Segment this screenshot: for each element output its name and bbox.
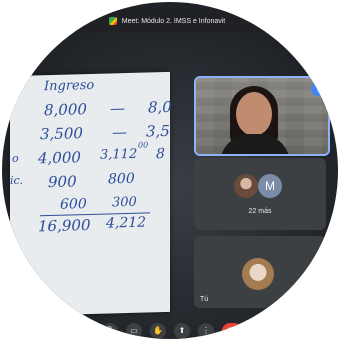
more-icon[interactable]: ⋮ <box>198 323 214 339</box>
camera-icon[interactable]: ▭ <box>126 323 142 339</box>
presentation-whiteboard: Ingreso 8,000 — 8,0 3,500 — 3,5 4,000 3,… <box>10 71 172 317</box>
window-titlebar: Meet: Módulo 2. IMSS e Infonavit <box>42 10 292 32</box>
board-value: 8,000 <box>44 100 87 120</box>
speaker-video-tile[interactable]: ⋮ <box>194 76 330 156</box>
mic-icon[interactable]: 🎙 <box>102 323 118 339</box>
board-value: 8 <box>156 146 165 163</box>
board-value: 300 <box>112 194 137 211</box>
board-superscript: 00 <box>138 140 149 150</box>
participant-avatar <box>234 174 258 198</box>
more-participants-label: 22 más <box>248 208 272 215</box>
board-value: — <box>112 123 127 142</box>
self-video-tile[interactable]: Tú <box>194 236 326 308</box>
board-value: 900 <box>48 172 77 192</box>
board-value: 600 <box>60 196 87 213</box>
board-margin-text: ic. <box>10 173 24 188</box>
board-total: 4,212 <box>106 214 147 232</box>
board-value: — <box>110 99 125 118</box>
end-call-icon[interactable]: ☎ <box>222 323 242 339</box>
more-participants-tile[interactable]: M 22 más <box>194 158 326 230</box>
window-title: Meet: Módulo 2. IMSS e Infonavit <box>121 17 226 25</box>
board-value: 800 <box>108 170 135 188</box>
board-value: 8,0 <box>148 97 172 117</box>
meet-logo-icon <box>108 17 117 25</box>
board-value: 3,5 <box>146 121 170 141</box>
board-value: 4,000 <box>38 148 81 168</box>
board-header: Ingreso <box>44 77 95 95</box>
photo-circle: Meet: Módulo 2. IMSS e Infonavit Ingreso… <box>2 2 338 339</box>
meet-window: Meet: Módulo 2. IMSS e Infonavit Ingreso… <box>2 2 338 339</box>
self-avatar <box>242 258 274 290</box>
board-value: 3,500 <box>40 124 83 144</box>
call-controls: 🎙 ▭ ✋ ⬆ ⋮ ☎ <box>72 320 272 339</box>
board-value: 3,112 <box>100 146 138 163</box>
present-icon[interactable]: ⬆ <box>174 323 190 339</box>
self-label: Tú <box>200 296 209 303</box>
board-margin-text: o <box>12 151 19 166</box>
speaker-face <box>236 92 272 136</box>
hand-icon[interactable]: ✋ <box>150 323 166 339</box>
board-total: 16,900 <box>38 215 91 236</box>
participant-avatar-letter: M <box>258 174 282 198</box>
speaking-indicator-icon: ⋮ <box>311 82 325 96</box>
